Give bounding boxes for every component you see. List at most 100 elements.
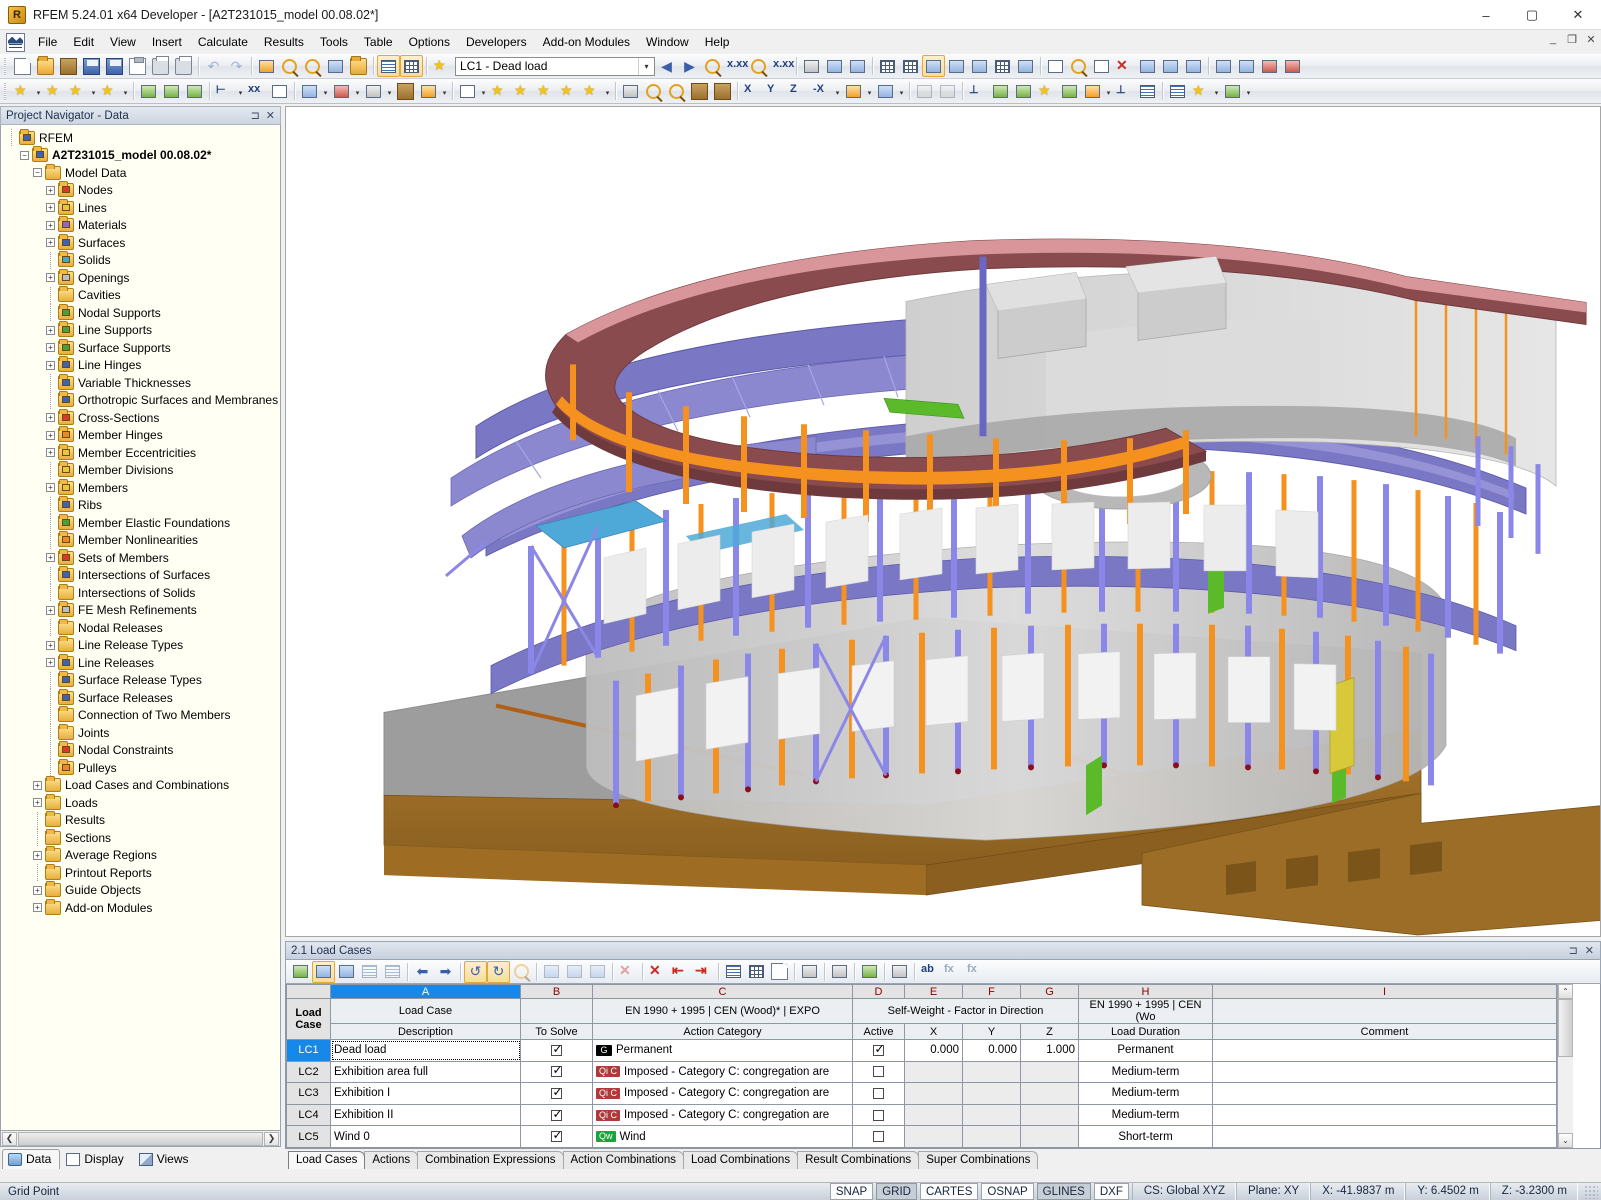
expand-icon[interactable]: + [46,430,55,440]
cell-to-solve[interactable] [520,1082,593,1105]
close-button[interactable]: ✕ [1555,0,1601,30]
generate-mesh-button[interactable] [619,80,642,102]
chevron-down-icon[interactable]: ▾ [1212,80,1221,102]
load-case-import-button[interactable]: ★ [430,55,453,77]
table-export-excel-button[interactable] [858,961,881,983]
tree-item-a2t231015-model-00-08-02[interactable]: − A2T231015_model 00.08.02* [3,146,280,165]
active-checkbox[interactable] [873,1066,884,1078]
tree-item-sets-of-members[interactable]: + Sets of Members [3,548,280,567]
view-left-button[interactable] [1258,55,1281,77]
open-block-button[interactable] [57,55,80,77]
table-tab-action-combinations[interactable]: Action Combinations [562,1151,684,1169]
cell-factor-y[interactable] [962,1125,1021,1148]
expand-icon[interactable]: + [33,850,42,860]
table-settings-button[interactable] [798,961,821,983]
tree-item-materials[interactable]: + Materials [3,216,280,235]
result-zoom-button[interactable] [747,55,770,77]
cell-factor-y[interactable] [962,1103,1021,1127]
perspective-view-button[interactable] [711,80,734,102]
table-columns-button[interactable] [722,961,745,983]
chevron-down-icon[interactable]: ▾ [1104,80,1113,102]
row-header-lc2[interactable]: LC2 [286,1060,331,1084]
active-checkbox[interactable] [873,1042,885,1056]
cell-action-category[interactable]: Qw Wind [592,1125,853,1148]
tree-item-surface-supports[interactable]: + Surface Supports [3,338,280,357]
support-display-button[interactable] [1014,55,1037,77]
expand-icon[interactable]: + [46,343,55,353]
menu-view[interactable]: View [102,32,144,52]
table-row[interactable]: LC1Dead loadGPermanent0.0000.0001.000Per… [286,1039,1557,1062]
status-toggle-cartes[interactable]: CARTES [919,1183,979,1200]
table-row[interactable]: LC3Exhibition I Qi C Imposed - Category C:… [286,1082,1557,1105]
tree-item-model-data[interactable]: − Model Data [3,163,280,182]
model-viewport[interactable] [285,106,1601,937]
table-tab-super-combinations[interactable]: Super Combinations [918,1151,1039,1169]
tree-item-add-on-modules[interactable]: + Add-on Modules [3,898,280,917]
insert-line-button[interactable]: ★ [43,80,66,102]
printout-report-button[interactable] [1166,80,1189,102]
new-window-button[interactable] [347,55,370,77]
tree-item-openings[interactable]: + Openings [3,268,280,287]
open-file-button[interactable] [34,55,57,77]
scroll-thumb[interactable] [1558,999,1573,1057]
print-button[interactable] [149,55,172,77]
table-pin-icon[interactable]: ⊐ [1569,944,1578,957]
chevron-down-icon[interactable]: ▾ [440,80,449,102]
tree-item-surface-release-types[interactable]: Surface Release Types [3,671,280,690]
redo-button[interactable]: ↷ [225,55,248,77]
table-tab-combination-expressions[interactable]: Combination Expressions [417,1151,564,1169]
cell-active[interactable] [852,1060,905,1084]
cell-factor-z[interactable] [1020,1082,1079,1105]
cell-factor-z[interactable] [1020,1125,1079,1148]
surface-display-button[interactable] [945,55,968,77]
table-insert-row-button[interactable] [312,960,335,983]
chevron-down-icon[interactable]: ▾ [236,80,245,102]
glasses-icon-button[interactable] [800,55,823,77]
cell-active[interactable] [852,1103,905,1127]
table-clear-button[interactable]: ✕ [616,961,639,983]
lc-next-button[interactable]: ▶ [678,55,701,77]
tree-item-ribs[interactable]: Ribs [3,496,280,515]
scroll-right-icon[interactable]: ❯ [264,1131,279,1146]
load-cases-grid[interactable]: A B C D E F G H I Load Case Load Case EN… [286,984,1557,1148]
results-list-button[interactable] [1136,80,1159,102]
scroll-left-icon[interactable]: ❮ [2,1131,17,1146]
insert-member-button[interactable] [362,80,385,102]
color-scale-button[interactable] [1221,80,1244,102]
rotate-button[interactable] [1067,55,1090,77]
cell-load-duration[interactable]: Permanent [1078,1039,1213,1062]
scroll-up-icon[interactable]: ⌃ [1558,984,1573,999]
tree-item-guide-objects[interactable]: + Guide Objects [3,881,280,900]
chevron-down-icon[interactable]: ▾ [603,80,612,102]
animation-button[interactable] [936,80,959,102]
col-letter-b[interactable]: B [520,984,593,999]
table-tab-load-cases[interactable]: Load Cases [288,1151,366,1169]
cell-description[interactable]: Exhibition I [330,1082,521,1105]
status-toggle-dxf[interactable]: DXF [1093,1183,1129,1200]
chevron-down-icon[interactable]: ▾ [321,80,330,102]
insert-node-button[interactable]: ★ [11,80,34,102]
tree-item-nodal-releases[interactable]: Nodal Releases [3,618,280,637]
results-solid-button[interactable] [1012,80,1035,102]
scroll-thumb[interactable] [18,1131,263,1146]
zoom-selection-button[interactable] [324,55,347,77]
cell-action-category[interactable]: Qi C Imposed - Category C: congregation a… [592,1103,853,1127]
cell-description[interactable]: Exhibition II [330,1103,521,1127]
rendering-mode-button[interactable] [874,80,897,102]
table-calculator-button[interactable] [888,961,911,983]
col-letter-g[interactable]: G [1020,984,1079,999]
table-notes-button[interactable] [768,961,791,983]
tools-button[interactable] [1182,55,1205,77]
menu-insert[interactable]: Insert [144,32,190,52]
tree-item-line-supports[interactable]: + Line Supports [3,321,280,340]
undo-button[interactable]: ↶ [202,55,225,77]
expand-icon[interactable]: + [46,273,55,283]
col-letter-h[interactable]: H [1078,984,1213,999]
cell-action-category[interactable]: G Permanent [592,1039,853,1062]
row-header-lc1[interactable]: LC1 [286,1039,331,1062]
menu-addon-modules[interactable]: Add-on Modules [535,32,638,52]
navigator-tree[interactable]: RFEM − A2T231015_model 00.08.02* − Model Dat… [0,125,281,1131]
table-filter-button[interactable] [828,961,851,983]
menu-file[interactable]: File [30,32,65,52]
cell-factor-z[interactable] [1020,1060,1079,1084]
